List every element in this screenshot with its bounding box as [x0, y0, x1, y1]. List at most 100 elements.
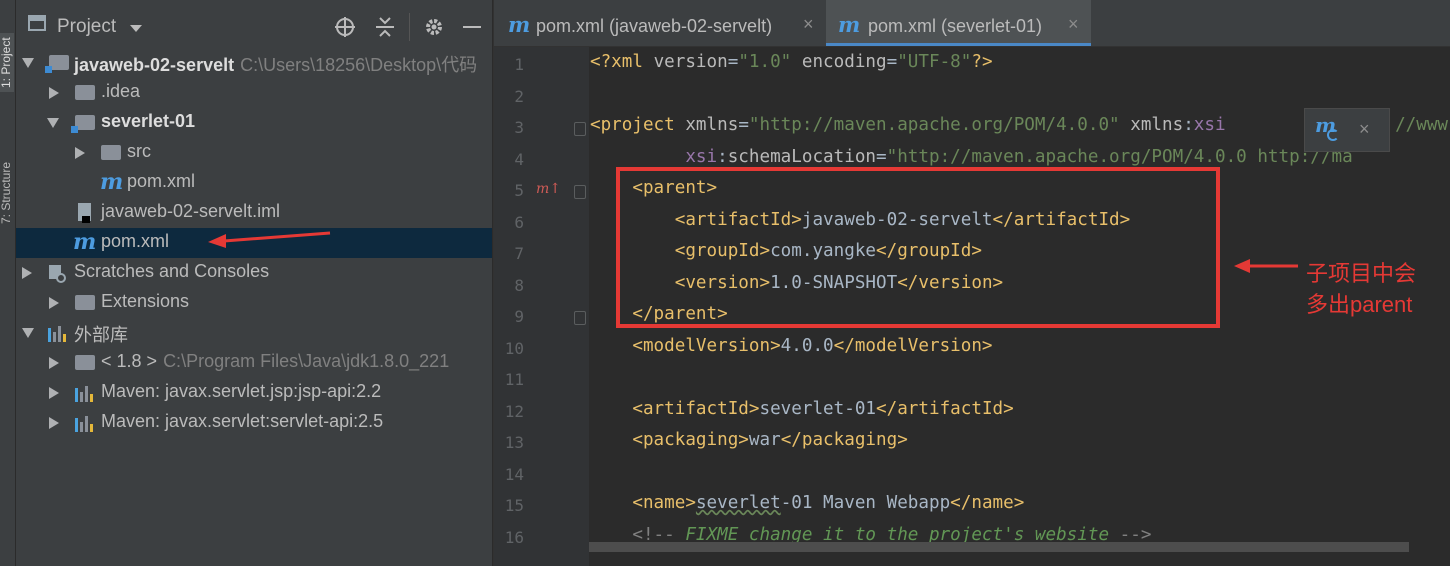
line-number: 7	[514, 244, 524, 263]
tree-row-sub-pom[interactable]: m pom.xml	[16, 168, 492, 198]
library-icon	[75, 384, 93, 402]
code-line-10[interactable]: <modelVersion>4.0.0</modelVersion>	[590, 336, 992, 356]
tree-item-label: Extensions	[101, 291, 190, 311]
jdk-folder-icon	[75, 355, 95, 370]
module-folder-icon	[45, 55, 69, 73]
tab-module-pom[interactable]: m pom.xml (severlet-01) ×	[826, 0, 1091, 46]
line-number: 1	[514, 55, 524, 74]
maven-file-icon: m	[100, 169, 124, 195]
line-number: 8	[514, 276, 524, 295]
editor-tab-bar: m pom.xml (javaweb-02-servelt) × m pom.x…	[494, 0, 1450, 47]
code-line-12[interactable]: <artifactId>severlet-01</artifactId>	[590, 399, 1013, 419]
tree-row-scratches[interactable]: Scratches and Consoles	[16, 258, 492, 288]
code-line-13[interactable]: <packaging>war</packaging>	[590, 430, 907, 450]
expand-arrow-icon[interactable]	[22, 328, 34, 338]
line-number: 4	[514, 150, 524, 169]
line-number: 3	[514, 118, 524, 137]
gear-icon[interactable]	[423, 16, 445, 38]
collapse-arrow-icon[interactable]	[49, 357, 59, 369]
expand-arrow-icon[interactable]	[22, 58, 34, 68]
maven-file-icon: m	[73, 229, 97, 255]
tree-item-label: pom.xml	[127, 171, 196, 191]
annotation-note: 子项目中会 多出parent	[1306, 258, 1416, 320]
code-line-15[interactable]: <name>severlet-01 Maven Webapp</name>	[590, 493, 1024, 513]
close-icon[interactable]: ×	[1068, 14, 1079, 35]
line-number: 15	[504, 496, 524, 515]
project-panel: Project javaweb-02-servelt C:\Users\18256…	[16, 0, 492, 566]
horizontal-scrollbar[interactable]	[589, 542, 1409, 552]
tree-item-label: < 1.8 > C:\Program Files\Java\jdk1.8.0_22…	[101, 351, 450, 371]
project-panel-header: Project	[16, 0, 492, 41]
red-highlight-box	[616, 167, 1220, 328]
chevron-down-icon[interactable]	[130, 25, 142, 32]
red-arrow-annotation	[1234, 259, 1298, 273]
tree-item-label: Maven: javax.servlet.jsp:jsp-api:2.2	[101, 381, 382, 401]
tree-item-label: src	[127, 141, 151, 161]
maven-file-icon: m	[838, 12, 861, 37]
locate-icon[interactable]	[334, 16, 356, 38]
line-number: 12	[504, 402, 524, 421]
structure-tool-tab[interactable]: 7: Structure	[0, 158, 14, 228]
line-number: 6	[514, 213, 524, 232]
tree-row-root-module[interactable]: javaweb-02-servelt C:\Users\18256\Desktop…	[16, 48, 492, 78]
collapse-arrow-icon[interactable]	[49, 87, 59, 99]
fold-marker-icon[interactable]	[574, 185, 586, 199]
tree-row-iml[interactable]: javaweb-02-servelt.iml	[16, 198, 492, 228]
line-number: 5	[514, 181, 524, 200]
tree-item-path: C:\Users\18256\Desktop\代码	[240, 55, 478, 75]
annotation-line: 多出parent	[1306, 292, 1413, 317]
maven-file-icon: m	[508, 12, 531, 37]
tab-parent-pom[interactable]: m pom.xml (javaweb-02-servelt) ×	[494, 0, 825, 46]
header-divider	[409, 13, 410, 41]
override-marker-icon[interactable]: m↑	[536, 181, 561, 197]
tree-item-label: Scratches and Consoles	[74, 261, 270, 281]
tree-row-submodule[interactable]: severlet-01	[16, 108, 492, 138]
line-number: 11	[504, 370, 524, 389]
red-arrow-annotation	[208, 231, 331, 248]
tool-window-strip: 1: Project 7: Structure	[0, 0, 16, 566]
tree-row-idea[interactable]: .idea	[16, 78, 492, 108]
tree-item-label: severlet-01	[101, 111, 196, 131]
tree-row-extensions[interactable]: Extensions	[16, 288, 492, 318]
collapse-arrow-icon[interactable]	[49, 297, 59, 309]
collapse-arrow-icon[interactable]	[49, 417, 59, 429]
project-tool-tab[interactable]: 1: Project	[0, 33, 14, 92]
library-icon	[48, 324, 66, 342]
collapse-arrow-icon[interactable]	[49, 387, 59, 399]
code-line-1[interactable]: <?xml version="1.0" encoding="UTF-8"?>	[590, 52, 993, 72]
folder-icon	[75, 85, 95, 100]
tree-item-label: 外部库	[74, 325, 128, 345]
tree-item-label: javaweb-02-servelt C:\Users\18256\Desktop…	[74, 55, 478, 75]
collapse-arrow-icon[interactable]	[75, 147, 85, 159]
refresh-icon	[1327, 129, 1339, 141]
tree-item-label: .idea	[101, 81, 141, 101]
tree-row-external-libraries[interactable]: 外部库	[16, 318, 492, 348]
close-icon[interactable]: ×	[803, 14, 814, 35]
project-panel-title[interactable]: Project	[57, 16, 116, 38]
fold-marker-icon[interactable]	[574, 122, 586, 136]
tree-item-label: javaweb-02-servelt.iml	[101, 201, 281, 221]
close-icon[interactable]: ×	[1359, 119, 1370, 140]
line-number: 2	[514, 87, 524, 106]
tree-row-src[interactable]: src	[16, 138, 492, 168]
tree-row-servlet-api[interactable]: Maven: javax.servlet:servlet-api:2.5	[16, 408, 492, 438]
line-number: 13	[504, 433, 524, 452]
line-number: 10	[504, 339, 524, 358]
tab-label: pom.xml (javaweb-02-servelt)	[536, 16, 773, 36]
tree-row-jsp-api[interactable]: Maven: javax.servlet.jsp:jsp-api:2.2	[16, 378, 492, 408]
folder-icon	[101, 145, 121, 160]
expand-arrow-icon[interactable]	[47, 118, 59, 128]
code-line-4[interactable]: xsi:schemaLocation="http://maven.apache.…	[590, 147, 1352, 167]
tree-row-jdk[interactable]: < 1.8 > C:\Program Files\Java\jdk1.8.0_22…	[16, 348, 492, 378]
line-number: 9	[514, 307, 524, 326]
minimize-icon[interactable]	[463, 26, 481, 28]
tree-item-label: pom.xml	[101, 231, 170, 251]
tree-item-path: C:\Program Files\Java\jdk1.8.0_221	[163, 351, 450, 371]
fold-marker-icon[interactable]	[574, 311, 586, 325]
collapse-arrow-icon[interactable]	[22, 267, 32, 279]
iml-file-icon	[78, 203, 91, 223]
collapse-icon[interactable]	[374, 16, 396, 38]
tree-row-root-pom[interactable]: m pom.xml	[16, 228, 492, 258]
scratches-icon	[49, 265, 66, 283]
maven-reload-popup[interactable]: m ×	[1304, 108, 1390, 152]
